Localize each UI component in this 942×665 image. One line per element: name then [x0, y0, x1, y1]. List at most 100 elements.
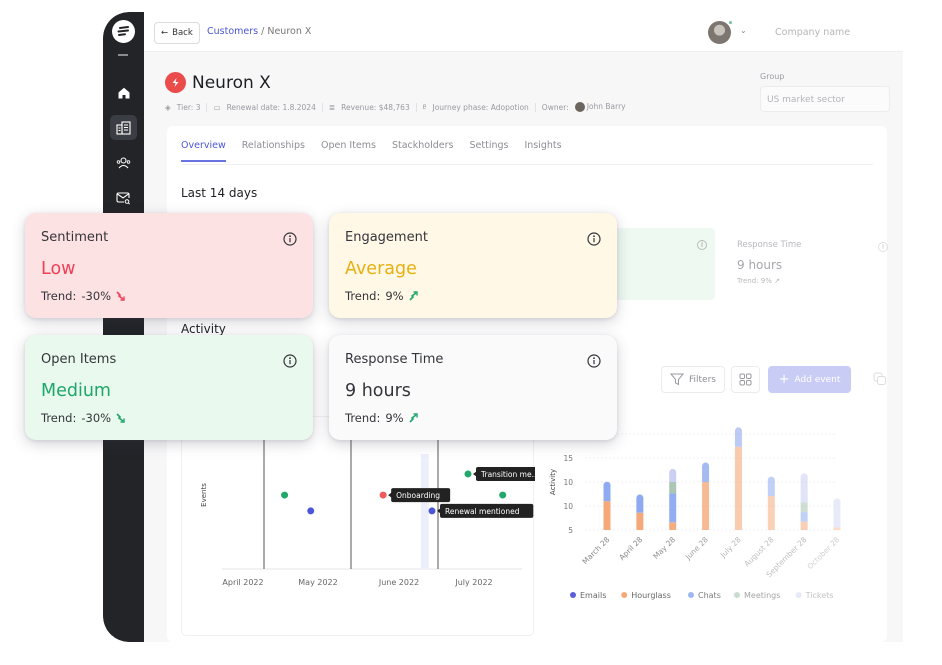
- sidebar-item-users[interactable]: [110, 150, 137, 175]
- event-tooltip: Renewal mentioned: [437, 503, 534, 518]
- highlight-band: [420, 454, 429, 569]
- customer-meta: ◈ Tier: 3 ▭ Renewal date: 1.8.2024 ≣ Rev…: [165, 102, 626, 112]
- sidebar-item-customers[interactable]: [110, 115, 137, 140]
- info-icon: i: [697, 240, 707, 250]
- tooltip-text: Onboarding: [396, 491, 440, 500]
- card-label: Open Items: [41, 352, 117, 367]
- topbar: ← Back Customers / Neuron X ⌄ Company na…: [144, 12, 903, 52]
- card-value: Medium: [41, 381, 111, 401]
- x-tick-label: July 2022: [454, 578, 492, 587]
- event-point: [428, 507, 436, 515]
- x-tick-label: August 28: [742, 535, 776, 569]
- info-icon[interactable]: [283, 232, 297, 246]
- app-window: ← Back Customers / Neuron X ⌄ Company na…: [103, 12, 903, 642]
- renewal-date: Renewal date: 1.8.2024: [226, 102, 316, 112]
- arrow-left-icon: ←: [161, 28, 169, 38]
- bar-stack: [800, 473, 808, 530]
- tab-insights[interactable]: Insights: [524, 140, 561, 162]
- tab-stackholders[interactable]: Stackholders: [392, 140, 454, 162]
- info-icon[interactable]: [283, 354, 297, 368]
- sidebar-item-mail-search[interactable]: [110, 185, 137, 210]
- breadcrumb: Customers / Neuron X: [207, 26, 311, 37]
- group-label: Group: [760, 72, 785, 81]
- add-event-label: Add event: [794, 374, 841, 385]
- sentiment-card[interactable]: Sentiment Low Trend: -30%: [25, 213, 313, 318]
- trend-label: Trend:: [41, 411, 77, 425]
- home-icon: [118, 87, 129, 98]
- mail-search-icon: [116, 191, 131, 205]
- legend-label: Chats: [698, 591, 721, 600]
- info-icon[interactable]: [587, 232, 601, 246]
- trend-down-icon: [116, 291, 125, 301]
- bar-stack: [833, 498, 841, 530]
- legend-item: Emails: [570, 591, 606, 600]
- tab-bar: Overview Relationships Open Items Stackh…: [181, 140, 562, 162]
- sidebar: [103, 12, 144, 642]
- legend-swatch: [795, 592, 802, 598]
- engagement-card[interactable]: Engagement Average Trend: 9%: [329, 213, 617, 318]
- copy-icon[interactable]: [873, 372, 887, 386]
- events-timeline-svg: EventsAcquasitionOnboardingAdoptionApril…: [200, 423, 565, 587]
- add-event-button[interactable]: + Add event: [768, 366, 851, 393]
- bar-stack: [669, 468, 677, 530]
- tab-overview[interactable]: Overview: [181, 140, 226, 162]
- card-value: 9 hours: [345, 381, 411, 401]
- card-trend: Trend: -30%: [41, 411, 297, 425]
- grid-view-button[interactable]: [731, 366, 760, 393]
- trend-value: -30%: [81, 289, 112, 303]
- user-avatar[interactable]: [708, 21, 731, 44]
- back-button[interactable]: ← Back: [154, 22, 200, 44]
- card-trend: Trend: 9%: [345, 411, 601, 425]
- bar-cap: [800, 473, 808, 481]
- x-tick-label: April 28: [617, 535, 644, 562]
- card-value: Average: [345, 259, 417, 279]
- group-select[interactable]: US market sector: [760, 86, 890, 112]
- tabs-divider: [181, 164, 873, 165]
- breadcrumb-customers[interactable]: Customers: [207, 26, 258, 37]
- trend-label: Trend:: [345, 411, 381, 425]
- owner-name: John Barry: [586, 102, 626, 111]
- tooltip-text: Renewal mentioned: [445, 507, 520, 516]
- bar-segment: [669, 493, 677, 523]
- plus-icon: +: [778, 372, 790, 387]
- company-name[interactable]: Company name: [775, 27, 850, 38]
- x-tick-label: April 2022: [222, 578, 263, 587]
- page-title: Neuron X: [192, 72, 271, 93]
- legend-item: Chats: [688, 591, 721, 600]
- info-icon: i: [878, 242, 888, 252]
- tab-open-items[interactable]: Open Items: [321, 140, 376, 162]
- y-axis-label: Events: [200, 483, 208, 507]
- x-tick-label: June 2022: [378, 578, 419, 587]
- card-label: Sentiment: [41, 230, 109, 245]
- bar-cap: [734, 427, 742, 435]
- info-icon[interactable]: [587, 354, 601, 368]
- x-tick-label: July 28: [718, 535, 743, 560]
- tooltip-pointer: [388, 492, 393, 499]
- trend-label: Trend:: [41, 289, 77, 303]
- event-point: [307, 507, 315, 515]
- logo-icon[interactable]: [112, 20, 135, 43]
- legend-item: Meetings: [734, 591, 780, 600]
- divider: [534, 102, 536, 112]
- chevron-down-icon[interactable]: ⌄: [740, 26, 747, 35]
- y-tick-label: 15: [563, 454, 573, 463]
- sidebar-item-home[interactable]: [110, 80, 137, 105]
- filters-button[interactable]: Filters: [661, 366, 725, 393]
- bar-segment: [800, 512, 808, 522]
- bar-segment: [800, 502, 808, 513]
- bar-segment: [767, 496, 775, 530]
- y-tick-label: 10: [563, 502, 573, 511]
- bar-cap: [603, 481, 611, 489]
- bar-stack: [767, 476, 775, 530]
- legend-swatch: [688, 592, 694, 598]
- trend-up-icon: [409, 413, 418, 423]
- open-items-card[interactable]: Open Items Medium Trend: -30%: [25, 335, 313, 440]
- tab-relationships[interactable]: Relationships: [242, 140, 305, 162]
- owner[interactable]: John Barry: [574, 102, 626, 112]
- event-point: [499, 491, 507, 499]
- event-point: [281, 491, 289, 499]
- response-time-card[interactable]: Response Time 9 hours Trend: 9%: [329, 335, 617, 440]
- calendar-icon: ▭: [213, 102, 221, 112]
- trend-value: -30%: [81, 411, 112, 425]
- tab-settings[interactable]: Settings: [470, 140, 509, 162]
